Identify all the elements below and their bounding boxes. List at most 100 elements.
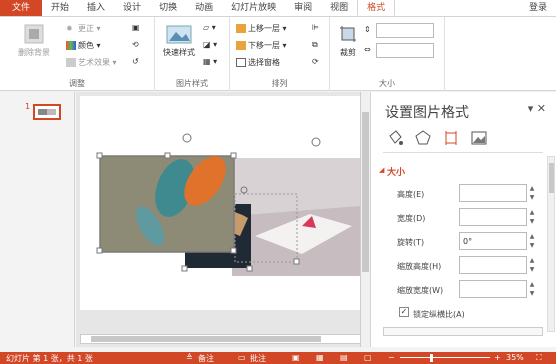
picture-border-icon[interactable]: ▱ ▾ [203, 23, 216, 32]
zoom-slider[interactable] [400, 357, 490, 358]
crop-button[interactable]: 裁剪 [334, 23, 362, 58]
scale-width-spinner[interactable]: ▲ ▼ [527, 280, 537, 298]
notes-icon: ≜ [186, 353, 193, 362]
align-icon[interactable]: ⊫ [312, 23, 319, 32]
height-row: 高度(E) ▲ ▼ [397, 184, 547, 204]
palette-icon [66, 41, 76, 50]
scale-width-input[interactable] [459, 280, 527, 298]
send-backward-icon [236, 41, 246, 50]
tab-file[interactable]: 文件 [0, 0, 43, 16]
zoom-level[interactable]: 35% [506, 353, 524, 362]
panel-scroll-thumb[interactable] [549, 163, 554, 193]
adjust-group-label: 调整 [69, 79, 85, 88]
tab-view[interactable]: 视图 [321, 0, 357, 16]
scale-width-label: 缩放宽度(W) [397, 286, 444, 295]
normal-view-icon[interactable]: ▣ [292, 353, 300, 362]
slideshow-icon[interactable]: ▢ [364, 353, 372, 362]
tab-home[interactable]: 开始 [42, 0, 78, 16]
remove-background-icon [24, 24, 44, 44]
change-picture-icon[interactable]: ⟲ [132, 40, 139, 49]
format-picture-panel: 设置图片格式 ▾ ✕ ◢ 大小 高度(E) ▲ ▼ 宽度(D) ▲ ▼ 旋转(T) … [370, 92, 556, 347]
close-icon[interactable]: ▾ ✕ [528, 102, 546, 115]
tab-animations[interactable]: 动画 [186, 0, 222, 16]
scale-height-spinner[interactable]: ▲ ▼ [527, 256, 537, 274]
scale-height-label: 缩放高度(H) [397, 262, 442, 271]
width-input[interactable] [459, 208, 527, 226]
artistic-effects-button[interactable]: 艺术效果 ▾ [66, 57, 117, 68]
corrections-button[interactable]: ✹ 更正 ▾ [66, 23, 101, 34]
login-link[interactable]: 登录 [520, 0, 556, 16]
ribbon-height-field[interactable] [376, 23, 434, 38]
notes-button[interactable]: 备注 [198, 353, 214, 364]
height-spin-icon: ⇕ [364, 25, 371, 34]
tab-format[interactable]: 格式 [357, 0, 396, 16]
ribbon: 删除背景 ✹ 更正 ▾ 颜色 ▾ 艺术效果 ▾ ▣ ⟲ ↺ 调整 快速样式 ▱ ▾… [0, 17, 556, 91]
picture-effects-icon[interactable]: ◪ ▾ [203, 40, 217, 49]
send-backward-button[interactable]: 下移一层 ▾ [236, 40, 287, 51]
adjust-group: 删除背景 ✹ 更正 ▾ 颜色 ▾ 艺术效果 ▾ ▣ ⟲ ↺ 调整 [0, 17, 155, 91]
tab-slideshow[interactable]: 幻灯片放映 [222, 0, 285, 16]
rotation-row: 旋转(T) 0° ▲ ▼ [397, 232, 547, 252]
rotation-label: 旋转(T) [397, 238, 425, 247]
ribbon-width-field[interactable] [376, 43, 434, 58]
comments-button[interactable]: 批注 [250, 353, 266, 364]
zoom-slider-thumb[interactable] [430, 354, 433, 362]
compress-icon[interactable]: ▣ [132, 23, 140, 32]
height-input[interactable] [459, 184, 527, 202]
size-properties-icon[interactable] [443, 130, 459, 146]
horizontal-scroll-thumb[interactable] [91, 336, 321, 342]
rotation-input[interactable]: 0° [459, 232, 527, 250]
rotate-icon[interactable]: ⟳ [312, 57, 319, 66]
tab-design[interactable]: 设计 [114, 0, 150, 16]
tab-review[interactable]: 审阅 [285, 0, 321, 16]
width-spinner[interactable]: ▲ ▼ [527, 208, 537, 226]
collapse-section-icon[interactable]: ◢ [379, 166, 384, 174]
vertical-scroll-thumb[interactable] [362, 112, 369, 272]
tab-transitions[interactable]: 切换 [150, 0, 186, 16]
slide-canvas[interactable] [80, 96, 364, 310]
thumbnail-preview [38, 109, 56, 115]
send-backward-label: 下移一层 [248, 41, 280, 50]
reset-picture-icon[interactable]: ↺ [132, 57, 139, 66]
fill-line-icon[interactable] [387, 130, 403, 146]
vertical-scrollbar[interactable] [360, 92, 370, 347]
horizontal-scrollbar[interactable] [80, 334, 366, 344]
scale-height-input[interactable] [459, 256, 527, 274]
quick-styles-button[interactable]: 快速样式 [159, 23, 199, 58]
rotation-spinner[interactable]: ▲ ▼ [527, 232, 537, 250]
bring-forward-icon [236, 24, 246, 33]
quick-styles-icon [166, 25, 192, 44]
height-label: 高度(E) [397, 190, 425, 199]
bring-forward-button[interactable]: 上移一层 ▾ [236, 23, 287, 34]
picture-layout-icon[interactable]: ▦ ▾ [203, 57, 217, 66]
arrange-group: 上移一层 ▾ 下移一层 ▾ 选择窗格 ⊫ ⧉ ⟳ 排列 [230, 17, 330, 91]
remove-background-button[interactable]: 删除背景 [14, 23, 54, 58]
tab-insert[interactable]: 插入 [78, 0, 114, 16]
zoom-in-icon[interactable]: + [494, 353, 501, 362]
size-group-label: 大小 [379, 79, 395, 88]
slide-thumbnail-pane: 1 [0, 92, 75, 347]
slide-images [96, 133, 360, 276]
remove-background-label: 删除背景 [18, 48, 50, 57]
picture-icon[interactable] [471, 130, 487, 146]
bring-forward-label: 上移一层 [248, 24, 280, 33]
panel-vertical-scrollbar[interactable] [547, 156, 555, 332]
lock-ratio-checkbox[interactable]: ✓ [399, 307, 409, 317]
panel-divider [383, 152, 543, 153]
sun-icon: ✹ [66, 24, 73, 33]
size-section-title[interactable]: 大小 [387, 165, 405, 178]
panel-horizontal-scrollbar[interactable] [383, 327, 543, 336]
reading-view-icon[interactable]: ▤ [340, 353, 348, 362]
effects-icon[interactable] [415, 130, 431, 146]
fit-slide-icon[interactable]: ⛶ [536, 353, 542, 363]
slide-editor [76, 92, 370, 347]
color-button[interactable]: 颜色 ▾ [66, 40, 101, 51]
slide-sorter-icon[interactable]: ▦ [316, 353, 324, 362]
selection-pane-button[interactable]: 选择窗格 [236, 57, 280, 68]
lock-ratio-row: ✓ 锁定纵横比(A) [397, 304, 547, 324]
scale-height-row: 缩放高度(H) ▲ ▼ [397, 256, 547, 276]
group-icon[interactable]: ⧉ [312, 40, 318, 50]
height-spinner[interactable]: ▲ ▼ [527, 184, 537, 202]
slide-thumbnail[interactable] [33, 104, 61, 120]
zoom-out-icon[interactable]: − [388, 353, 395, 362]
